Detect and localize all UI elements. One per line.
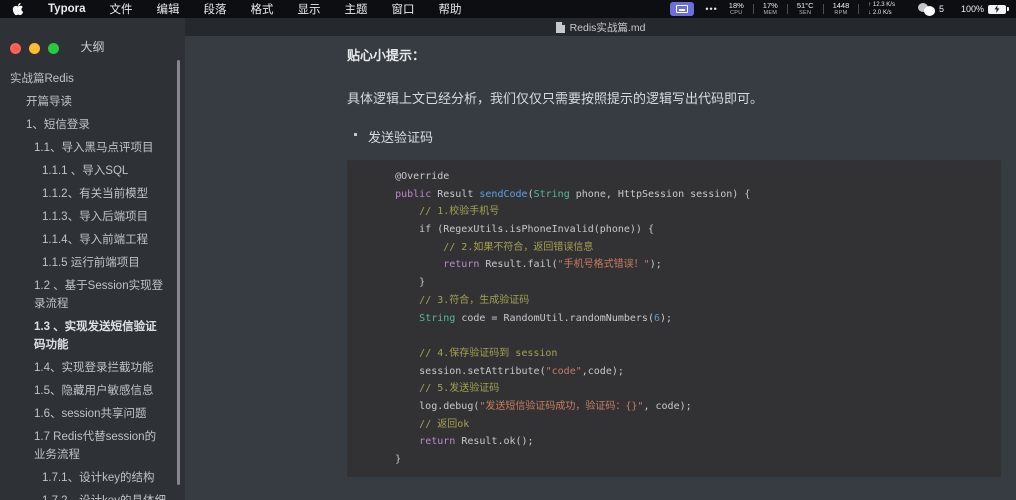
stat-group[interactable]: 18% CPU xyxy=(729,2,744,16)
stat-label: MEM xyxy=(763,9,778,16)
menu-list: 文件 编辑 段落 格式 显示 主题 窗口 帮助 xyxy=(110,1,462,17)
code-line: @Override xyxy=(371,171,450,182)
sidebar-scrollbar[interactable] xyxy=(177,60,180,485)
battery-percent: 100% xyxy=(960,4,984,14)
menu-item[interactable]: 编辑 xyxy=(157,1,180,17)
outline-item[interactable]: 1.5、隐藏用户敏感信息 xyxy=(0,382,185,400)
menu-item[interactable]: 主题 xyxy=(345,1,368,17)
menubar-left: Typora 文件 编辑 段落 格式 显示 主题 窗口 帮助 xyxy=(0,1,462,17)
system-stats[interactable]: 18% CPU 17% MEM 51°C SEN 1448 RPM xyxy=(729,2,849,16)
menu-item[interactable]: 帮助 xyxy=(439,1,462,17)
network-stats[interactable]: ↑ 12.3 K/s ↓ 2.0 K/s xyxy=(868,1,895,17)
outline-item[interactable]: 1.7.1、设计key的结构 xyxy=(0,469,185,487)
tip-heading[interactable]: 贴心小提示： xyxy=(347,45,1001,64)
stat-value: 17% xyxy=(762,1,778,10)
code-line: // 4.保存验证码到 session xyxy=(419,347,558,359)
outline-item[interactable]: 1.4、实现登录拦截功能 xyxy=(0,359,185,377)
outline-item[interactable]: 1.1.4、导入前端工程 xyxy=(0,231,185,249)
typora-window: 大纲 实战篇Redis 开篇导读 1、短信登录 1.1、导入黑马点评项目 1.1.1 、… xyxy=(0,18,1016,500)
code-block[interactable]: @Override public Result sendCode(String … xyxy=(347,160,1001,477)
menu-item[interactable]: 格式 xyxy=(251,1,274,17)
outline-item[interactable]: 1.3 、实现发送短信验证码功能 xyxy=(0,318,185,354)
status-divider xyxy=(786,4,788,14)
menu-item[interactable]: 文件 xyxy=(110,1,133,17)
code-line: log.debug("发送短信验证码成功，验证码：{}", code); xyxy=(371,400,692,412)
document-titlebar: Redis实战篇.md xyxy=(185,18,1016,36)
outline-item[interactable]: 1.1.5 运行前端项目 xyxy=(0,254,185,272)
code-line: session.setAttribute("code",code); xyxy=(371,365,624,377)
outline-item[interactable]: 1.1、导入黑马点评项目 xyxy=(0,139,185,157)
stat-group[interactable]: 51°C SEN xyxy=(797,2,814,16)
document-icon xyxy=(555,21,565,33)
outline-item[interactable]: 1.7.2、设计key的具体细节 xyxy=(0,492,185,500)
wechat-icon xyxy=(917,2,935,16)
code-line: // 1.校验手机号 xyxy=(419,206,500,218)
status-divider xyxy=(752,4,754,14)
code-line: public Result sendCode(String phone, Htt… xyxy=(395,188,751,200)
menubar: Typora 文件 编辑 段落 格式 显示 主题 窗口 帮助 ••• 18% CPU 17% MEM… xyxy=(0,0,1016,18)
traffic-lights xyxy=(10,43,59,54)
code-line: // 5.发送验证码 xyxy=(419,383,500,395)
stat-value: 51°C xyxy=(796,1,814,10)
code-line: String code = RandomUtil.randomNumbers(6… xyxy=(419,312,673,324)
app-menu-typora[interactable]: Typora xyxy=(48,3,86,15)
outline-item[interactable]: 1.1.1 、导入SQL xyxy=(0,162,185,180)
monitor-icon xyxy=(676,5,689,13)
wechat-status[interactable]: 5 xyxy=(917,2,944,16)
menu-item[interactable]: 显示 xyxy=(298,1,321,17)
code-line: return Result.ok(); xyxy=(419,436,534,448)
code-line: } xyxy=(371,277,426,289)
battery-charging-icon xyxy=(988,4,1009,14)
code-line: if (RegexUtils.isPhoneInvalid(phone)) { xyxy=(371,224,654,236)
wechat-badge: 5 xyxy=(938,4,944,14)
network-down: ↓ 2.0 K/s xyxy=(868,10,892,16)
outline-sidebar: 大纲 实战篇Redis 开篇导读 1、短信登录 1.1、导入黑马点评项目 1.1.1 、… xyxy=(0,18,185,500)
stat-label: RPM xyxy=(834,9,848,16)
more-menu-icon[interactable]: ••• xyxy=(705,4,717,14)
outline-list: 实战篇Redis 开篇导读 1、短信登录 1.1、导入黑马点评项目 1.1.1 、导入S… xyxy=(0,70,185,500)
zoom-button[interactable] xyxy=(48,43,59,54)
stat-label: CPU xyxy=(730,9,743,16)
bullet-item-send-code[interactable]: 发送验证码 xyxy=(347,127,1001,146)
outline-item[interactable]: 1.2 、基于Session实现登录流程 xyxy=(0,277,185,313)
outline-item[interactable]: 实战篇Redis xyxy=(0,70,185,88)
screen-share-button[interactable] xyxy=(670,2,695,16)
network-up: ↑ 12.3 K/s xyxy=(868,2,895,8)
status-divider xyxy=(858,4,860,14)
editor-pane: Redis实战篇.md 贴心小提示： 具体逻辑上文已经分析，我们仅仅只需要按照提… xyxy=(185,18,1016,500)
code-line: // 2.如果不符合，返回错误信息 xyxy=(443,241,594,253)
menu-item[interactable]: 窗口 xyxy=(392,1,415,17)
apple-menu-icon[interactable] xyxy=(12,2,24,16)
code-line: // 3.符合，生成验证码 xyxy=(419,294,530,306)
outline-item[interactable]: 1.1.3、导入后端项目 xyxy=(0,208,185,226)
battery-status[interactable]: 100% xyxy=(960,4,1009,14)
stat-value: 1448 xyxy=(832,1,850,10)
outline-item[interactable]: 1、短信登录 xyxy=(0,116,185,134)
code-line: } xyxy=(371,454,402,465)
code-line: // 返回ok xyxy=(419,418,470,430)
stat-group[interactable]: 1448 RPM xyxy=(833,2,850,16)
outline-item[interactable]: 开篇导读 xyxy=(0,93,185,111)
menubar-status-area: ••• 18% CPU 17% MEM 51°C SEN 1448 RPM ↑ 12.3 K/… xyxy=(670,1,1016,17)
stat-label: SEN xyxy=(799,9,812,16)
outline-item[interactable]: 1.1.2、有关当前模型 xyxy=(0,185,185,203)
paragraph[interactable]: 具体逻辑上文已经分析，我们仅仅只需要按照提示的逻辑写出代码即可。 xyxy=(347,88,1001,107)
status-divider xyxy=(822,4,824,14)
code-line: return Result.fail("手机号格式错误！"); xyxy=(443,259,662,271)
outline-item[interactable]: 1.6、session共享问题 xyxy=(0,405,185,423)
stat-value: 18% xyxy=(728,1,744,10)
outline-item[interactable]: 1.7 Redis代替session的业务流程 xyxy=(0,428,185,464)
editor-content[interactable]: 贴心小提示： 具体逻辑上文已经分析，我们仅仅只需要按照提示的逻辑写出代码即可。 … xyxy=(185,45,1016,500)
document-title: Redis实战篇.md xyxy=(569,21,646,34)
close-button[interactable] xyxy=(10,43,21,54)
menu-item[interactable]: 段落 xyxy=(204,1,227,17)
stat-group[interactable]: 17% MEM xyxy=(763,2,778,16)
minimize-button[interactable] xyxy=(29,43,40,54)
